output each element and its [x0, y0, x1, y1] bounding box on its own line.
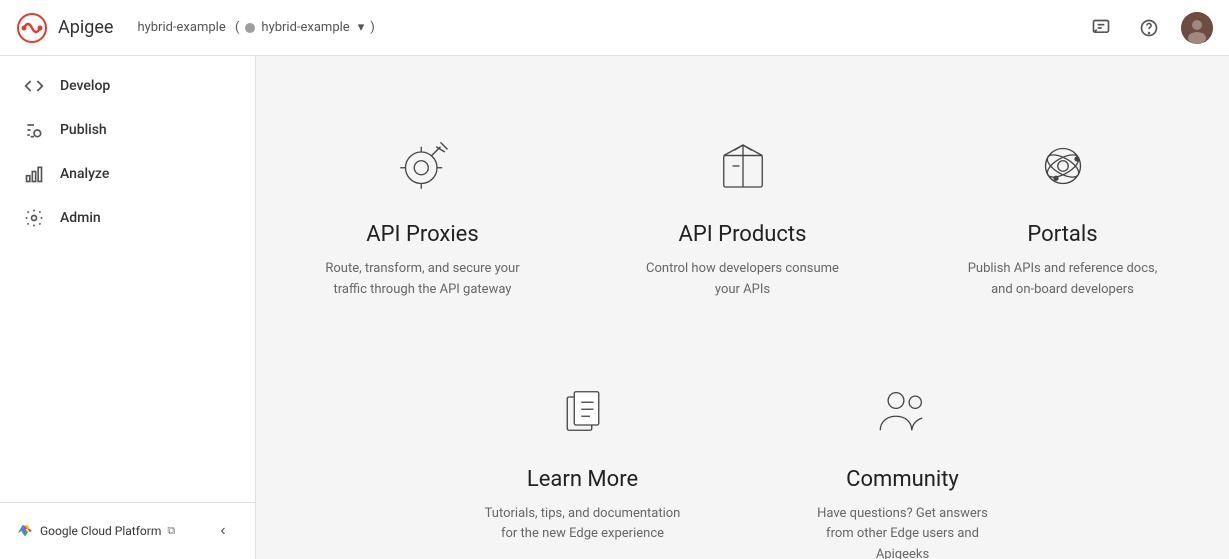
- api-products-icon: [703, 126, 783, 206]
- gcp-logo-icon: [16, 522, 34, 540]
- topbar-actions: [1085, 12, 1213, 44]
- card-portals[interactable]: Portals Publish APIs and reference docs,…: [903, 96, 1223, 341]
- sidebar-item-analyze-label: Analyze: [60, 166, 109, 182]
- project-status-dot: [245, 23, 255, 33]
- analyze-icon: [24, 164, 44, 184]
- admin-icon: [24, 208, 44, 228]
- sidebar-nav: Develop Publish: [0, 56, 255, 502]
- learn-more-title: Learn More: [527, 467, 638, 492]
- card-api-proxies[interactable]: API Proxies Route, transform, and secure…: [263, 96, 583, 341]
- app-logo: Apigee: [16, 12, 113, 44]
- main-content: API Proxies Route, transform, and secure…: [256, 56, 1229, 559]
- community-desc: Have questions? Get answers from other E…: [803, 504, 1003, 559]
- project-separator: (: [232, 20, 240, 35]
- sidebar-collapse-button[interactable]: ‹: [207, 515, 239, 547]
- sidebar-item-publish[interactable]: Publish: [0, 108, 255, 152]
- avatar-image: [1181, 12, 1213, 44]
- sidebar: Develop Publish: [0, 56, 256, 559]
- help-button[interactable]: [1133, 12, 1165, 44]
- cards-row-1: API Proxies Route, transform, and secure…: [263, 96, 1223, 341]
- main-layout: Develop Publish: [0, 56, 1229, 559]
- card-api-products[interactable]: API Products Control how developers cons…: [583, 96, 903, 341]
- project-selector[interactable]: hybrid-example ( hybrid-example ▾ ): [137, 20, 374, 35]
- help-icon: [1139, 18, 1159, 38]
- gcp-label: Google Cloud Platform: [40, 524, 161, 538]
- api-products-title: API Products: [679, 222, 807, 247]
- cards-row-2: Learn More Tutorials, tips, and document…: [423, 341, 1063, 559]
- portals-icon: [1023, 126, 1103, 206]
- learn-more-icon: [543, 371, 623, 451]
- portals-desc: Publish APIs and reference docs, and on-…: [963, 259, 1163, 301]
- sidebar-item-admin-label: Admin: [60, 210, 101, 226]
- card-learn-more[interactable]: Learn More Tutorials, tips, and document…: [423, 341, 743, 559]
- feedback-button[interactable]: [1085, 12, 1117, 44]
- apigee-logo-icon: [16, 12, 48, 44]
- sidebar-item-develop-label: Develop: [60, 78, 110, 94]
- sidebar-bottom: Google Cloud Platform ⧉ ‹: [0, 502, 255, 559]
- external-link-icon: ⧉: [167, 524, 175, 538]
- portals-title: Portals: [1027, 222, 1097, 247]
- community-title: Community: [846, 467, 959, 492]
- gcp-link[interactable]: Google Cloud Platform ⧉: [16, 522, 175, 540]
- card-community[interactable]: Community Have questions? Get answers fr…: [743, 341, 1063, 559]
- collapse-icon: ‹: [220, 522, 225, 540]
- project-name: hybrid-example: [137, 20, 225, 35]
- develop-icon: [24, 76, 44, 96]
- publish-icon: [24, 120, 44, 140]
- sidebar-item-publish-label: Publish: [60, 122, 107, 138]
- topbar: Apigee hybrid-example ( hybrid-example ▾…: [0, 0, 1229, 56]
- api-proxies-title: API Proxies: [366, 222, 478, 247]
- community-icon: [863, 371, 943, 451]
- project-org: hybrid-example: [261, 20, 349, 35]
- brand-name: Apigee: [58, 17, 113, 38]
- feedback-icon: [1091, 18, 1111, 38]
- sidebar-item-analyze[interactable]: Analyze: [0, 152, 255, 196]
- api-proxies-desc: Route, transform, and secure your traffi…: [323, 259, 523, 301]
- sidebar-item-admin[interactable]: Admin: [0, 196, 255, 240]
- project-chevron-icon: ▾: [358, 20, 365, 35]
- api-products-desc: Control how developers consume your APIs: [643, 259, 843, 301]
- api-proxies-icon: [383, 126, 463, 206]
- user-avatar[interactable]: [1181, 12, 1213, 44]
- learn-more-desc: Tutorials, tips, and documentation for t…: [483, 504, 683, 546]
- sidebar-item-develop[interactable]: Develop: [0, 64, 255, 108]
